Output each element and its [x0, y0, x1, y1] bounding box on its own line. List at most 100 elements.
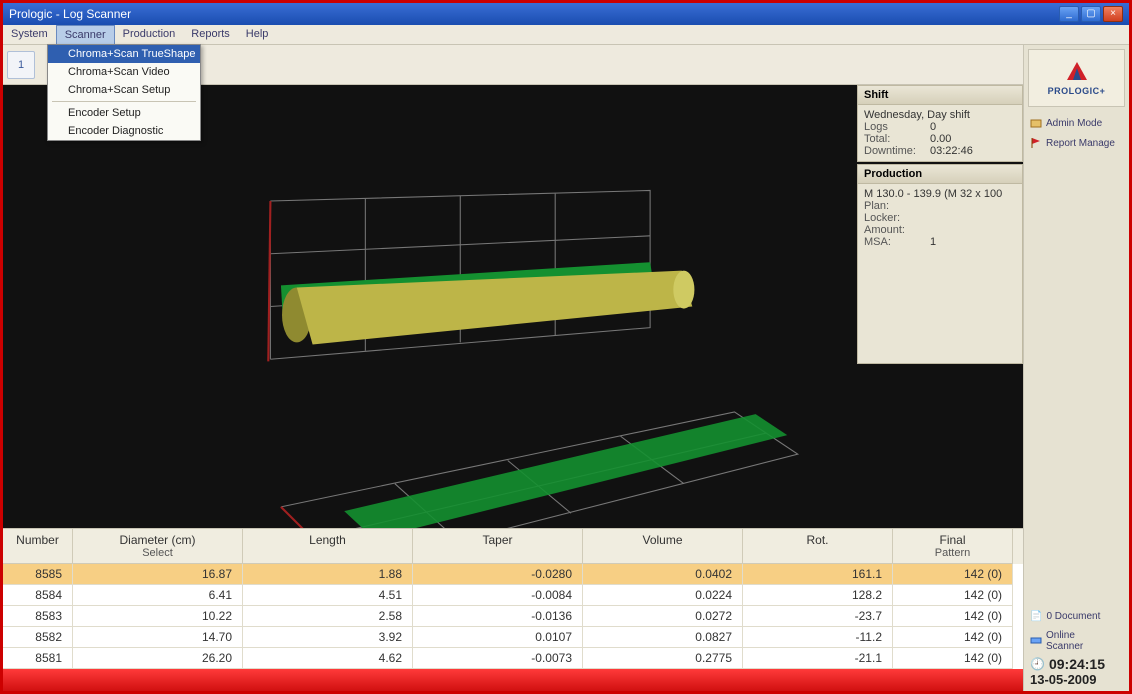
- table-cell: 8583: [3, 606, 73, 627]
- table-cell: 161.1: [743, 564, 893, 585]
- brand-logo: PROLOGIC+: [1028, 49, 1125, 107]
- titlebar: Prologic - Log Scanner _ ▢ ×: [3, 3, 1129, 25]
- menu-reports[interactable]: Reports: [183, 25, 238, 44]
- clock-icon: 🕘: [1030, 657, 1045, 671]
- data-grid: Number Diameter (cm)Select Length Taper …: [3, 528, 1023, 669]
- production-body: M 130.0 - 139.9 (M 32 x 100 Plan: Locker…: [858, 184, 1022, 252]
- dropdown-encoder-setup[interactable]: Encoder Setup: [48, 104, 200, 122]
- table-cell: 0.0272: [583, 606, 743, 627]
- shift-logs-label: Logs: [864, 121, 930, 133]
- table-cell: 142 (0): [893, 627, 1013, 648]
- table-row[interactable]: 858126.204.62-0.00730.2775-21.1142 (0): [3, 648, 1023, 669]
- table-cell: 14.70: [73, 627, 243, 648]
- table-cell: 128.2: [743, 585, 893, 606]
- dropdown-setup[interactable]: Chroma+Scan Setup: [48, 81, 200, 99]
- minimize-button[interactable]: _: [1059, 6, 1079, 22]
- table-cell: -11.2: [743, 627, 893, 648]
- table-cell: 4.51: [243, 585, 413, 606]
- shift-body: Wednesday, Day shift Logs0 Total:0.00 Do…: [858, 105, 1022, 161]
- logo-icon: [1063, 60, 1091, 84]
- menu-help[interactable]: Help: [238, 25, 277, 44]
- document-icon: 📄: [1030, 611, 1042, 622]
- table-cell: 142 (0): [893, 648, 1013, 669]
- table-cell: -0.0084: [413, 585, 583, 606]
- body: 1: [3, 45, 1129, 691]
- col-taper[interactable]: Taper: [413, 529, 583, 564]
- table-cell: 1.88: [243, 564, 413, 585]
- table-cell: 0.0827: [583, 627, 743, 648]
- table-cell: 2.58: [243, 606, 413, 627]
- table-cell: 0.0402: [583, 564, 743, 585]
- table-cell: 142 (0): [893, 564, 1013, 585]
- shift-total-label: Total:: [864, 133, 930, 145]
- menu-production[interactable]: Production: [115, 25, 184, 44]
- prod-locker-label: Locker:: [864, 212, 930, 224]
- production-headline: M 130.0 - 139.9 (M 32 x 100: [864, 188, 1016, 200]
- clock: 🕘 09:24:15: [1024, 656, 1129, 672]
- shift-downtime-value: 03:22:46: [930, 145, 1016, 157]
- grid-header: Number Diameter (cm)Select Length Taper …: [3, 529, 1023, 564]
- toolbar-btn-1[interactable]: 1: [7, 51, 35, 79]
- table-cell: -23.7: [743, 606, 893, 627]
- production-panel: Production M 130.0 - 139.9 (M 32 x 100 P…: [857, 164, 1023, 364]
- col-length[interactable]: Length: [243, 529, 413, 564]
- col-volume[interactable]: Volume: [583, 529, 743, 564]
- right-rail: PROLOGIC+ Admin Mode Report Manage 📄 0 D…: [1023, 45, 1129, 691]
- col-diameter[interactable]: Diameter (cm)Select: [73, 529, 243, 564]
- shift-panel: Shift Wednesday, Day shift Logs0 Total:0…: [857, 85, 1023, 162]
- documents-link[interactable]: 📄 0 Document: [1024, 607, 1129, 626]
- table-cell: 3.92: [243, 627, 413, 648]
- prod-msa-label: MSA:: [864, 236, 930, 248]
- menu-scanner[interactable]: Scanner: [56, 25, 115, 44]
- shift-logs-value: 0: [930, 121, 1016, 133]
- table-cell: 16.87: [73, 564, 243, 585]
- table-cell: 8584: [3, 585, 73, 606]
- table-cell: 8581: [3, 648, 73, 669]
- scanner-icon: [1030, 634, 1042, 649]
- report-manager-link[interactable]: Report Manage: [1024, 135, 1129, 151]
- table-cell: 0.0224: [583, 585, 743, 606]
- table-cell: -21.1: [743, 648, 893, 669]
- dropdown-separator: [52, 101, 196, 102]
- table-cell: 10.22: [73, 606, 243, 627]
- dropdown-trueshape[interactable]: Chroma+Scan TrueShape: [48, 45, 200, 63]
- online-scanner-link[interactable]: OnlineScanner: [1024, 626, 1129, 656]
- table-cell: -0.0136: [413, 606, 583, 627]
- 3d-viewport[interactable]: Shift Wednesday, Day shift Logs0 Total:0…: [3, 85, 1023, 528]
- prod-amount-label: Amount:: [864, 224, 930, 236]
- date: 13-05-2009: [1024, 672, 1129, 691]
- table-cell: 0.0107: [413, 627, 583, 648]
- table-cell: -0.0073: [413, 648, 583, 669]
- table-cell: 142 (0): [893, 606, 1013, 627]
- info-panels: Shift Wednesday, Day shift Logs0 Total:0…: [857, 85, 1023, 366]
- close-button[interactable]: ×: [1103, 6, 1123, 22]
- table-cell: 0.2775: [583, 648, 743, 669]
- window-title: Prologic - Log Scanner: [9, 7, 1059, 21]
- table-cell: 4.62: [243, 648, 413, 669]
- col-rot[interactable]: Rot.: [743, 529, 893, 564]
- table-row[interactable]: 85846.414.51-0.00840.0224128.2142 (0): [3, 585, 1023, 606]
- prod-amount-value: [930, 224, 1016, 236]
- prod-plan-label: Plan:: [864, 200, 930, 212]
- maximize-button[interactable]: ▢: [1081, 6, 1101, 22]
- table-cell: 26.20: [73, 648, 243, 669]
- table-row[interactable]: 858516.871.88-0.02800.0402161.1142 (0): [3, 564, 1023, 585]
- menu-system[interactable]: System: [3, 25, 56, 44]
- dropdown-video[interactable]: Chroma+Scan Video: [48, 63, 200, 81]
- menubar: System Scanner Production Reports Help C…: [3, 25, 1129, 45]
- scanner-dropdown: Chroma+Scan TrueShape Chroma+Scan Video …: [47, 44, 201, 141]
- admin-mode-link[interactable]: Admin Mode: [1024, 115, 1129, 131]
- folder-icon: [1030, 117, 1042, 129]
- prod-plan-value: [930, 200, 1016, 212]
- shift-day: Wednesday, Day shift: [864, 109, 1016, 121]
- table-row[interactable]: 858310.222.58-0.01360.0272-23.7142 (0): [3, 606, 1023, 627]
- left-column: 1: [3, 45, 1023, 691]
- table-row[interactable]: 858214.703.920.01070.0827-11.2142 (0): [3, 627, 1023, 648]
- shift-downtime-label: Downtime:: [864, 145, 930, 157]
- flag-icon: [1030, 137, 1042, 149]
- dropdown-encoder-diagnostic[interactable]: Encoder Diagnostic: [48, 122, 200, 140]
- col-final[interactable]: FinalPattern: [893, 529, 1013, 564]
- col-number[interactable]: Number: [3, 529, 73, 564]
- brand-text: PROLOGIC+: [1048, 86, 1106, 96]
- prod-msa-value: 1: [930, 236, 1016, 248]
